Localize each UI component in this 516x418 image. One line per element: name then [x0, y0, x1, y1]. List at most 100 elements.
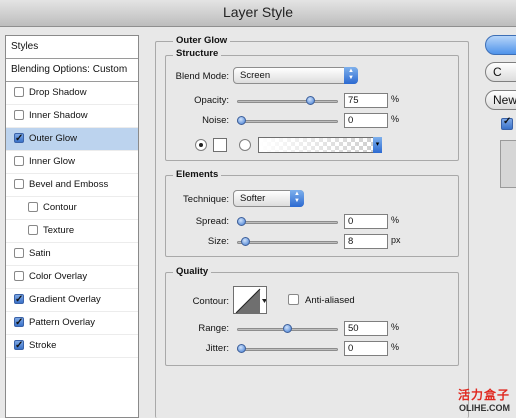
style-item[interactable]: Inner Glow: [6, 151, 138, 174]
style-item-label: Stroke: [29, 340, 57, 351]
range-unit: %: [391, 322, 400, 332]
watermark-cn: 活力盒子: [457, 388, 510, 402]
range-slider-thumb[interactable]: [283, 324, 292, 333]
style-checkbox[interactable]: [14, 156, 24, 166]
style-item[interactable]: Inner Shadow: [6, 105, 138, 128]
outer-glow-title: Outer Glow: [173, 35, 231, 46]
new-style-button[interactable]: New: [485, 90, 516, 110]
style-item-label: Inner Shadow: [29, 110, 88, 121]
style-checkbox[interactable]: [14, 110, 24, 120]
style-item[interactable]: Contour: [6, 197, 138, 220]
watermark: 活力盒子 OLIHE.COM: [458, 386, 510, 413]
gradient-radio[interactable]: [239, 139, 251, 151]
watermark-en: OLIHE.COM: [459, 403, 510, 413]
jitter-slider-track[interactable]: [237, 348, 338, 351]
style-item[interactable]: Texture: [6, 220, 138, 243]
size-input[interactable]: 8: [344, 234, 388, 249]
noise-label: Noise:: [202, 115, 229, 126]
opacity-label: Opacity:: [194, 95, 229, 106]
style-item[interactable]: Gradient Overlay: [6, 289, 138, 312]
style-item[interactable]: Outer Glow: [6, 128, 138, 151]
style-item-label: Contour: [43, 202, 77, 213]
style-checkbox[interactable]: [14, 248, 24, 258]
style-item-label: Inner Glow: [29, 156, 75, 167]
outer-glow-panel: Outer Glow Structure Blend Mode: Screen …: [155, 35, 473, 418]
gradient-dropdown-icon[interactable]: ▾: [373, 137, 382, 153]
spread-input[interactable]: 0: [344, 214, 388, 229]
cancel-button[interactable]: C: [485, 62, 516, 82]
blend-mode-value: Screen: [240, 70, 271, 81]
style-item[interactable]: Pattern Overlay: [6, 312, 138, 335]
style-item-label: Gradient Overlay: [29, 294, 101, 305]
size-slider-track[interactable]: [237, 241, 338, 244]
color-radio[interactable]: [195, 139, 207, 151]
elements-title: Elements: [173, 169, 222, 180]
style-item[interactable]: Stroke: [6, 335, 138, 358]
blend-mode-label: Blend Mode:: [175, 71, 229, 82]
style-item[interactable]: Bevel and Emboss: [6, 174, 138, 197]
spread-label: Spread:: [195, 216, 229, 227]
range-label: Range:: [198, 323, 229, 334]
style-item-label: Outer Glow: [29, 133, 78, 144]
glow-color-swatch[interactable]: [213, 138, 227, 152]
spread-slider-thumb[interactable]: [237, 217, 246, 226]
noise-slider-thumb[interactable]: [237, 116, 246, 125]
technique-select[interactable]: Softer ▲ ▼: [233, 190, 304, 207]
styles-list: Styles Blending Options: Custom Drop Sha…: [5, 35, 139, 418]
technique-label: Technique:: [183, 194, 229, 205]
contour-curve-icon: [235, 287, 266, 313]
opacity-slider-track[interactable]: [237, 100, 338, 103]
style-checkbox[interactable]: [14, 271, 24, 281]
style-item[interactable]: Satin: [6, 243, 138, 266]
select-arrows-icon: ▲ ▼: [344, 67, 358, 84]
range-input[interactable]: 50: [344, 321, 388, 336]
style-checkbox[interactable]: [28, 225, 38, 235]
anti-aliased-checkbox[interactable]: [288, 294, 299, 305]
blending-options-item[interactable]: Blending Options: Custom: [6, 59, 138, 82]
style-checkbox[interactable]: [14, 289, 24, 311]
preview-checkbox[interactable]: [501, 116, 513, 130]
dialog-body: Styles Blending Options: Custom Drop Sha…: [0, 27, 516, 418]
style-item-label: Texture: [43, 225, 75, 236]
blend-mode-select[interactable]: Screen ▲ ▼: [233, 67, 358, 84]
new-style-label: New: [493, 93, 516, 107]
quality-title: Quality: [173, 266, 212, 277]
jitter-unit: %: [391, 342, 400, 352]
cancel-label-fragment: C: [493, 65, 502, 79]
contour-label: Contour:: [192, 296, 229, 307]
jitter-input[interactable]: 0: [344, 341, 388, 356]
ok-button[interactable]: [485, 35, 516, 55]
spread-unit: %: [391, 215, 400, 225]
jitter-label: Jitter:: [205, 343, 229, 354]
technique-value: Softer: [240, 193, 266, 204]
size-unit: px: [391, 235, 401, 245]
noise-slider-track[interactable]: [237, 120, 338, 123]
noise-input[interactable]: 0: [344, 113, 388, 128]
style-item[interactable]: Drop Shadow: [6, 82, 138, 105]
opacity-slider-thumb[interactable]: [306, 96, 315, 105]
styles-header[interactable]: Styles: [6, 36, 138, 59]
style-item[interactable]: Color Overlay: [6, 266, 138, 289]
style-item-label: Pattern Overlay: [29, 317, 95, 328]
jitter-slider-thumb[interactable]: [237, 344, 246, 353]
opacity-unit: %: [391, 94, 400, 104]
anti-aliased-label: Anti-aliased: [305, 295, 355, 306]
style-checkbox[interactable]: [14, 87, 24, 97]
spread-slider-track[interactable]: [237, 221, 338, 224]
style-item-label: Bevel and Emboss: [29, 179, 109, 190]
style-checkbox[interactable]: [28, 202, 38, 212]
contour-picker[interactable]: [233, 286, 267, 314]
select-arrows-icon: ▲ ▼: [290, 190, 304, 207]
style-item-label: Satin: [29, 248, 51, 259]
style-checkbox[interactable]: [14, 335, 24, 357]
style-item-label: Drop Shadow: [29, 87, 87, 98]
size-slider-thumb[interactable]: [240, 237, 250, 246]
preview-thumbnail: [500, 140, 516, 188]
style-checkbox[interactable]: [14, 312, 24, 334]
glow-gradient-picker[interactable]: ▾: [258, 137, 382, 153]
opacity-input[interactable]: 75: [344, 93, 388, 108]
style-items: Drop Shadow Inner Shadow Outer Glow Inner G…: [6, 82, 138, 358]
structure-title: Structure: [173, 48, 222, 59]
style-checkbox[interactable]: [14, 128, 24, 150]
style-checkbox[interactable]: [14, 179, 24, 189]
